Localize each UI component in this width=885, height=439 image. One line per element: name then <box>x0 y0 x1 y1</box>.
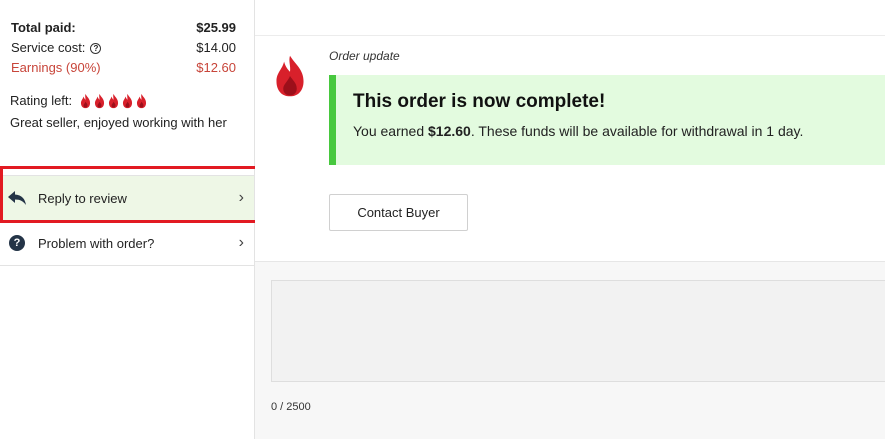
order-update-label: Order update <box>329 49 400 63</box>
total-paid-value: $25.99 <box>196 20 236 35</box>
question-icon: ? <box>6 234 28 252</box>
earnings-row: Earnings (90%) $12.60 <box>11 58 236 78</box>
msg-suffix: . These funds will be available for with… <box>470 123 804 139</box>
service-cost-row: Service cost:? $14.00 <box>11 38 236 58</box>
order-main-panel: Order update This order is now complete!… <box>255 0 885 439</box>
chevron-right-icon: › <box>238 189 244 206</box>
order-complete-message: You earned $12.60. These funds will be a… <box>353 123 885 139</box>
service-cost-label: Service cost: <box>11 40 86 55</box>
order-update-area: Order update This order is now complete!… <box>255 36 885 261</box>
order-complete-notice: This order is now complete! You earned $… <box>329 75 885 165</box>
flame-icon <box>109 93 119 109</box>
main-top-bar <box>255 0 885 36</box>
reply-to-review-label: Reply to review <box>38 190 127 206</box>
message-input[interactable] <box>271 280 885 382</box>
total-paid-row: Total paid: $25.99 <box>11 18 236 38</box>
service-cost-value: $14.00 <box>196 40 236 55</box>
message-compose-area: 0 / 2500 <box>255 261 885 439</box>
order-sidebar: Total paid: $25.99 Service cost:? $14.00… <box>0 0 261 439</box>
character-counter: 0 / 2500 <box>271 401 311 413</box>
order-complete-title: This order is now complete! <box>353 91 606 112</box>
earned-amount: $12.60 <box>428 123 471 139</box>
contact-buyer-button[interactable]: Contact Buyer <box>329 194 468 231</box>
flame-icon <box>123 93 133 109</box>
reply-to-review-item[interactable]: Reply to review › <box>0 176 254 221</box>
reply-icon <box>6 189 28 207</box>
flame-icon <box>81 93 91 109</box>
payment-summary: Total paid: $25.99 Service cost:? $14.00… <box>0 0 254 78</box>
chevron-right-icon: › <box>238 234 244 251</box>
problem-with-order-item[interactable]: ? Problem with order? › <box>0 221 254 266</box>
earnings-label: Earnings (90%) <box>11 60 101 75</box>
total-paid-label: Total paid: <box>11 20 76 35</box>
help-icon[interactable]: ? <box>90 43 102 55</box>
review-text: Great seller, enjoyed working with her <box>10 115 227 130</box>
flame-rating <box>79 93 148 109</box>
msg-prefix: You earned <box>353 123 428 139</box>
problem-with-order-label: Problem with order? <box>38 235 155 251</box>
service-cost-label-wrap: Service cost:? <box>11 38 102 58</box>
flame-icon <box>95 93 105 109</box>
order-actions-menu: Reply to review › ? Problem with order? … <box>0 175 254 266</box>
earnings-value: $12.60 <box>196 60 236 75</box>
flame-icon <box>137 93 147 109</box>
flame-avatar-icon <box>276 55 304 97</box>
rating-label: Rating left: <box>10 93 73 108</box>
rating-line: Rating left: <box>10 92 236 110</box>
rating-section: Rating left: Great seller, enjoyed worki… <box>0 78 254 132</box>
